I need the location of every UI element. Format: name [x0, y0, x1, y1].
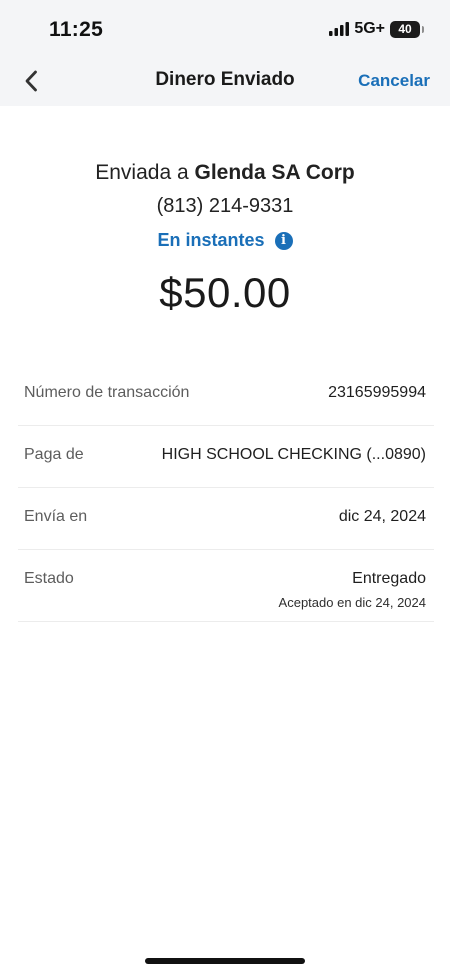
cancel-button[interactable]: Cancelar — [358, 71, 430, 91]
detail-label: Estado — [24, 570, 74, 587]
status-value: Entregado — [352, 570, 426, 587]
sent-to-prefix: Enviada a — [95, 161, 195, 184]
detail-value: HIGH SCHOOL CHECKING (...0890) — [161, 446, 426, 463]
signal-bars-icon — [329, 22, 350, 36]
detail-value: 23165995994 — [328, 384, 426, 401]
amount: $50.00 — [159, 269, 291, 316]
status-accepted-date: Aceptado en dic 24, 2024 — [278, 595, 426, 610]
recipient-name: Glenda SA Corp — [194, 161, 355, 184]
detail-row-sent-on: Envía en dic 24, 2024 — [18, 488, 434, 550]
detail-row-transaction-number: Número de transacción 23165995994 — [18, 364, 434, 426]
info-icon[interactable]: i — [274, 231, 293, 250]
status-indicators: 5G+ 40 — [329, 20, 424, 38]
nav-bar: Dinero Enviado Cancelar — [0, 56, 450, 106]
transaction-details: Número de transacción 23165995994 Paga d… — [18, 364, 434, 622]
status-value-group: Entregado Aceptado en dic 24, 2024 — [279, 570, 426, 610]
delivery-speed-label: En instantes — [157, 230, 265, 250]
status-time: 11:25 — [49, 18, 104, 41]
detail-row-paid-from: Paga de HIGH SCHOOL CHECKING (...0890) — [18, 426, 434, 488]
delivery-speed[interactable]: En instantes i — [157, 230, 293, 251]
status-bar: 11:25 5G+ 40 — [0, 0, 450, 56]
detail-row-status: Estado Entregado Aceptado en dic 24, 202… — [18, 550, 434, 622]
battery-icon: 40 — [390, 20, 424, 38]
screen: 11:25 5G+ 40 Dinero Enviado Cancelar Env… — [0, 0, 450, 975]
detail-label: Envía en — [24, 508, 88, 525]
detail-value: dic 24, 2024 — [338, 508, 426, 525]
detail-label: Paga de — [24, 446, 84, 463]
battery-level: 40 — [398, 22, 412, 36]
detail-label: Número de transacción — [24, 384, 190, 401]
recipient-phone: (813) 214-9331 — [156, 195, 294, 217]
home-indicator[interactable] — [145, 958, 305, 964]
sent-to-line: Enviada a Glenda SA Corp — [0, 161, 450, 185]
network-label: 5G+ — [354, 20, 385, 37]
transfer-summary: Enviada a Glenda SA Corp (813) 214-9331 … — [0, 106, 450, 317]
